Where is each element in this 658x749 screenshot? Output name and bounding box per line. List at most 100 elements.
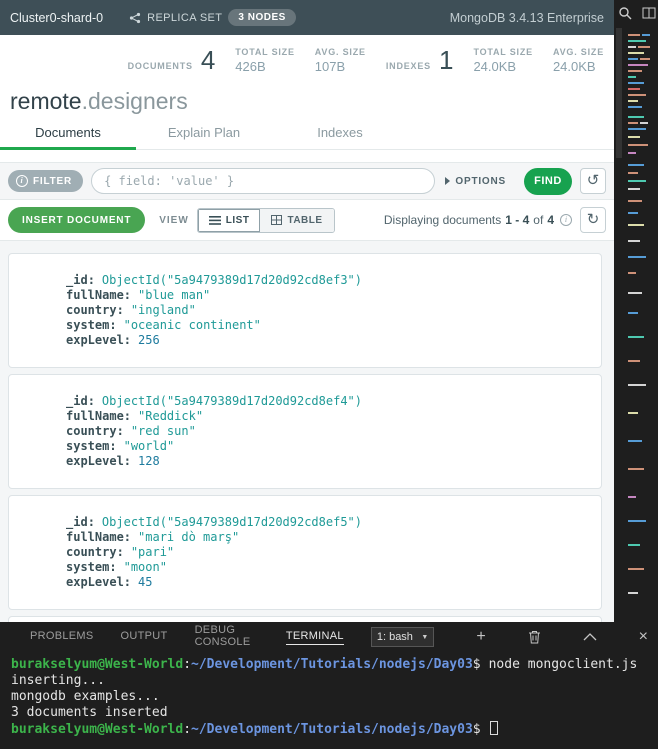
indexes-total-size: TOTAL SIZE 24.0KB (473, 47, 533, 74)
filter-query-input[interactable] (91, 168, 436, 194)
terminal-line: burakselyum@West-World:~/Development/Tut… (11, 657, 658, 673)
terminal-panel: PROBLEMS OUTPUT DEBUG CONSOLE TERMINAL 1… (0, 622, 658, 749)
field-key: system (66, 439, 117, 453)
terminal-output[interactable]: burakselyum@West-World:~/Development/Tut… (0, 652, 658, 738)
field-key: country (66, 303, 124, 317)
total-size-label: TOTAL SIZE (235, 47, 295, 57)
document-field: _id ObjectId("5a9479389d17d20d92cd8ef3") (66, 273, 589, 288)
info-icon[interactable]: i (560, 214, 572, 226)
document-card[interactable]: _idObjectId("5a9479389d17d20d92cd8ef3") … (8, 253, 602, 368)
panel-tabbar: PROBLEMS OUTPUT DEBUG CONSOLE TERMINAL 1… (0, 622, 658, 652)
field-key: country (66, 424, 124, 438)
prompt-separator: : (183, 657, 192, 672)
document-field: system "moon" (66, 560, 589, 575)
field-value: "Reddick" (138, 409, 204, 423)
close-panel-button[interactable]: × (639, 629, 648, 645)
pagination-status: Displaying documents 1 - 4 of 4 i (384, 213, 572, 227)
list-label: LIST (225, 214, 250, 226)
shell-selector[interactable]: 1: bash ▼ (370, 627, 435, 647)
find-button[interactable]: FIND (524, 167, 572, 195)
refresh-documents-button[interactable]: ↻ (580, 207, 606, 233)
editor-actions (614, 0, 658, 24)
document-card[interactable]: _idObjectId("5a9479389d17d20d92cd8ef5") … (8, 495, 602, 610)
field-key: fullName (66, 530, 131, 544)
shell-selector-value: 1: bash (376, 631, 413, 643)
close-icon: × (638, 628, 648, 645)
namespace-title: remote.designers (0, 86, 614, 118)
documents-stat: DOCUMENTS 4 (128, 45, 216, 76)
search-icon[interactable] (618, 6, 632, 20)
insert-document-button[interactable]: INSERT DOCUMENT (8, 207, 146, 233)
filter-button[interactable]: i FILTER (8, 170, 84, 192)
field-key: _id (66, 394, 95, 408)
terminal-line: inserting... (11, 673, 105, 688)
cluster-name: Cluster0-shard-0 (10, 10, 104, 25)
avg-size-value: 107B (314, 59, 346, 74)
view-label: VIEW (159, 214, 189, 226)
tab-terminal[interactable]: TERMINAL (285, 630, 344, 645)
prompt-symbol: $ (472, 657, 481, 672)
replica-set-info: REPLICA SET 3 NODES (129, 9, 296, 26)
document-field: expLevel 256 (66, 333, 589, 348)
collection-name: .designers (81, 88, 188, 114)
avg-size-value: 24.0KB (552, 59, 596, 74)
field-key: fullName (66, 409, 131, 423)
avg-size-label: AVG. SIZE (552, 47, 604, 57)
displaying-text: Displaying documents (383, 213, 502, 227)
document-list: _idObjectId("5a9479389d17d20d92cd8ef3") … (0, 240, 614, 622)
tab-explain-plan[interactable]: Explain Plan (136, 118, 272, 149)
mongodb-compass-window: Cluster0-shard-0 REPLICA SET 3 NODES Mon… (0, 0, 614, 622)
table-icon (271, 215, 283, 225)
document-field: expLevel 45 (66, 575, 589, 590)
kill-terminal-button[interactable] (528, 630, 541, 644)
view-table-button[interactable]: TABLE (260, 208, 334, 232)
replica-set-icon (129, 12, 141, 23)
terminal-line: 3 documents inserted (11, 705, 168, 720)
view-list-button[interactable]: LIST (197, 208, 261, 232)
view-toggle-group: LIST TABLE (196, 207, 335, 233)
trash-icon (528, 631, 540, 644)
prompt-user: burakselyum@West-World (11, 657, 184, 672)
mongodb-version: MongoDB 3.4.13 Enterprise (449, 10, 604, 25)
chevron-down-icon: ▼ (421, 633, 429, 641)
field-value: ObjectId("5a9479389d17d20d92cd8ef5") (101, 515, 363, 529)
screen: Cluster0-shard-0 REPLICA SET 3 NODES Mon… (0, 0, 658, 749)
options-toggle[interactable]: OPTIONS (445, 176, 506, 187)
total-size-value: 24.0KB (473, 59, 517, 74)
field-value: "ingland" (130, 303, 196, 317)
document-field: country "red sun" (66, 424, 589, 439)
options-label: OPTIONS (455, 175, 506, 187)
documents-stat-label: DOCUMENTS (127, 61, 193, 71)
chevron-up-icon (583, 633, 597, 641)
vscode-editor-strip (614, 0, 658, 622)
indexes-avg-size: AVG. SIZE 24.0KB (553, 47, 604, 74)
prompt-separator: : (183, 722, 192, 737)
info-icon: i (16, 175, 28, 187)
field-key: expLevel (66, 333, 131, 347)
editor-minimap[interactable] (614, 24, 658, 620)
documents-avg-size: AVG. SIZE 107B (315, 47, 366, 74)
tab-debug-console[interactable]: DEBUG CONSOLE (195, 624, 259, 650)
field-key: system (66, 560, 117, 574)
terminal-line: burakselyum@West-World:~/Development/Tut… (11, 721, 658, 738)
split-editor-icon[interactable] (642, 6, 656, 20)
tab-indexes[interactable]: Indexes (272, 118, 408, 149)
document-field: _id ObjectId("5a9479389d17d20d92cd8ef5") (66, 515, 589, 530)
tab-problems[interactable]: PROBLEMS (30, 630, 94, 644)
query-history-button[interactable]: ↺ (580, 168, 606, 194)
documents-total-size: TOTAL SIZE 426B (235, 47, 295, 74)
document-card[interactable]: _idObjectId("5a9479389d17d20d92cd8ef4") … (8, 374, 602, 489)
replica-set-label: REPLICA SET (147, 11, 223, 24)
field-value: "red sun" (130, 424, 196, 438)
field-value: "mari dò marş" (138, 530, 240, 544)
history-icon: ↺ (586, 172, 600, 189)
maximize-panel-button[interactable] (583, 633, 597, 641)
collection-tabs: Documents Explain Plan Indexes (0, 118, 614, 150)
options-expand-icon (445, 177, 451, 185)
field-value: "world" (123, 439, 175, 453)
field-value: ObjectId("5a9479389d17d20d92cd8ef4") (101, 394, 363, 408)
tab-output[interactable]: OUTPUT (121, 630, 168, 644)
new-terminal-button[interactable]: + (476, 629, 485, 645)
compass-topbar: Cluster0-shard-0 REPLICA SET 3 NODES Mon… (0, 0, 614, 35)
tab-documents[interactable]: Documents (0, 118, 136, 150)
